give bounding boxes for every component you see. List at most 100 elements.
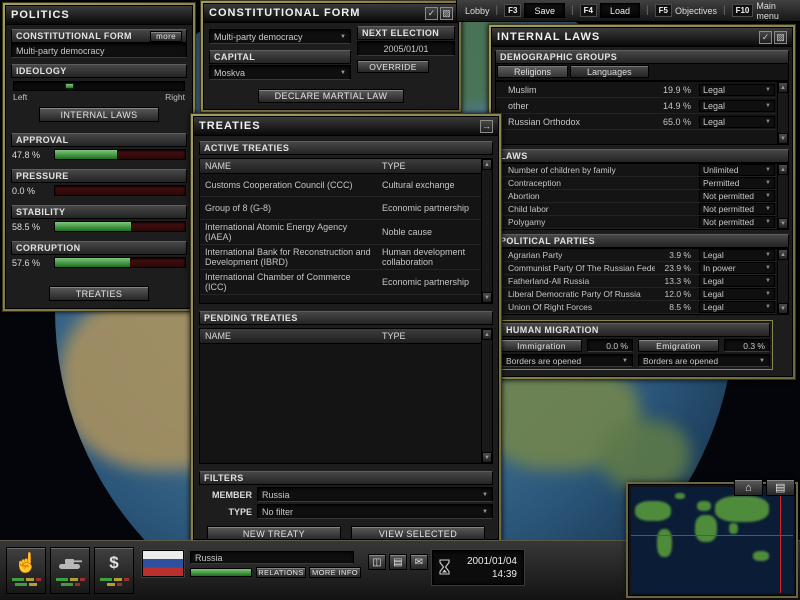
scroll-down-button[interactable]: ▼ — [778, 218, 788, 229]
scroll-up-button[interactable]: ▲ — [778, 82, 788, 93]
scrollbar[interactable]: ▲ ▼ — [777, 164, 788, 229]
type-filter-dropdown[interactable]: No filter ▼ — [257, 504, 493, 519]
view-selected-button[interactable]: VIEW SELECTED — [351, 526, 485, 540]
minimap-map[interactable] — [631, 487, 793, 593]
close-icon[interactable]: ▨ — [774, 31, 787, 44]
party-row[interactable]: Union Of Right Forces8.5 %Legal▼ — [496, 301, 777, 314]
chevron-down-icon: ▼ — [765, 265, 771, 271]
law-row[interactable]: ContraceptionPermitted▼ — [496, 177, 777, 190]
column-type[interactable]: TYPE — [377, 161, 481, 171]
menu-item-objectives[interactable]: F5Objectives — [655, 4, 717, 17]
pin-icon[interactable]: ✓ — [759, 31, 772, 44]
law-row-dropdown[interactable]: Unlimited▼ — [699, 164, 775, 176]
capital-dropdown[interactable]: Moskva ▼ — [209, 65, 351, 80]
politics-titlebar[interactable]: POLITICS — [6, 6, 192, 25]
scroll-up-button[interactable]: ▲ — [778, 164, 788, 175]
column-name[interactable]: NAME — [200, 161, 377, 171]
party-row-name: Fatherland-All Russia — [496, 276, 655, 286]
tab-languages[interactable]: Languages — [570, 65, 649, 78]
scroll-down-button[interactable]: ▼ — [482, 292, 492, 303]
religion-row[interactable]: other14.9 %Legal▼ — [496, 98, 777, 114]
world-minimap[interactable] — [628, 484, 796, 596]
member-filter-dropdown[interactable]: Russia ▼ — [257, 487, 493, 502]
party-row-name: Communist Party Of The Russian Feder — [496, 263, 655, 273]
ideology-slider[interactable] — [13, 81, 185, 91]
party-row-dropdown[interactable]: Legal▼ — [699, 288, 775, 300]
scroll-up-button[interactable]: ▲ — [482, 159, 492, 170]
law-row-dropdown[interactable]: Permitted▼ — [699, 177, 775, 189]
party-row[interactable]: Fatherland-All Russia13.3 %Legal▼ — [496, 275, 777, 288]
menu-item-lobby[interactable]: Lobby — [465, 6, 490, 16]
menu-item-main-menu[interactable]: F10Main menu — [732, 1, 792, 21]
home-icon-button[interactable]: ⌂ — [734, 479, 763, 496]
scroll-down-button[interactable]: ▼ — [778, 303, 788, 314]
treaty-row[interactable]: International Bank for Reconstruction an… — [200, 245, 481, 270]
internal-laws-button[interactable]: INTERNAL LAWS — [39, 107, 159, 122]
scroll-up-button[interactable]: ▲ — [482, 329, 492, 340]
mail-icon-button[interactable]: ✉ — [410, 554, 428, 570]
column-type[interactable]: TYPE — [377, 331, 481, 341]
constitutional-form-titlebar[interactable]: CONSTITUTIONAL FORM ✓ ▨ — [204, 4, 458, 23]
tab-religions[interactable]: Religions — [497, 65, 568, 78]
party-row[interactable]: Communist Party Of The Russian Feder23.9… — [496, 262, 777, 275]
religion-row-dropdown[interactable]: Legal▼ — [699, 84, 775, 96]
treaty-row[interactable]: Group of 8 (G-8)Economic partnership — [200, 197, 481, 220]
pin-icon[interactable]: ✓ — [425, 7, 438, 20]
law-row[interactable]: AbortionNot permitted▼ — [496, 190, 777, 203]
party-row-value: Legal — [703, 250, 724, 260]
scrollbar[interactable]: ▲ ▼ — [777, 82, 788, 144]
treaty-row[interactable]: International Chamber of Commerce (ICC)E… — [200, 270, 481, 295]
treaties-titlebar[interactable]: TREATIES → — [194, 117, 498, 136]
law-row[interactable]: PolygamyNot permitted▼ — [496, 216, 777, 229]
religion-row-dropdown[interactable]: Legal▼ — [699, 100, 775, 112]
treaties-button[interactable]: TREATIES — [49, 286, 149, 301]
panel-dock-button[interactable]: ▤ — [766, 479, 795, 496]
emigration-policy-dropdown[interactable]: Borders are opened ▼ — [638, 354, 770, 367]
stat-meter — [54, 185, 186, 196]
government-form-dropdown[interactable]: Multi-party democracy ▼ — [209, 29, 351, 44]
scrollbar[interactable]: ▲ ▼ — [481, 329, 492, 463]
scrollbar[interactable]: ▲ ▼ — [777, 249, 788, 314]
politics-mode-button[interactable]: ☝ — [6, 547, 46, 594]
internal-laws-titlebar[interactable]: INTERNAL LAWS ✓ ▨ — [492, 28, 792, 47]
law-row-dropdown[interactable]: Not permitted▼ — [699, 203, 775, 215]
type-filter-label: TYPE — [199, 507, 257, 517]
declare-martial-law-button[interactable]: DECLARE MARTIAL LAW — [258, 89, 404, 103]
menu-item-save[interactable]: F3Save — [504, 3, 565, 18]
detach-icon[interactable]: → — [480, 120, 493, 133]
law-row-dropdown[interactable]: Not permitted▼ — [699, 190, 775, 202]
override-button[interactable]: OVERRIDE — [357, 60, 429, 73]
window-icon-button[interactable]: ◫ — [368, 554, 386, 570]
scrollbar[interactable]: ▲ ▼ — [481, 159, 492, 303]
treaty-row[interactable]: International Atomic Energy Agency (IAEA… — [200, 220, 481, 245]
party-row[interactable]: Agrarian Party3.9 %Legal▼ — [496, 249, 777, 262]
religion-row[interactable]: Muslim19.9 %Legal▼ — [496, 82, 777, 98]
military-mode-button[interactable] — [50, 547, 90, 594]
party-row-dropdown[interactable]: Legal▼ — [699, 275, 775, 287]
party-row[interactable]: Liberal Democratic Party Of Russia12.0 %… — [496, 288, 777, 301]
scroll-down-button[interactable]: ▼ — [482, 452, 492, 463]
ideology-slider-thumb[interactable] — [65, 83, 74, 89]
tray-icon-button[interactable]: ▤ — [389, 554, 407, 570]
treaty-row[interactable]: Customs Cooperation Council (CCC)Cultura… — [200, 174, 481, 197]
menu-item-load[interactable]: F4Load — [580, 3, 640, 18]
scroll-up-button[interactable]: ▲ — [778, 249, 788, 260]
more-info-button[interactable]: MORE INFO — [309, 567, 361, 578]
more-button[interactable]: more — [150, 31, 182, 42]
scroll-down-button[interactable]: ▼ — [778, 133, 788, 144]
law-row[interactable]: Child laborNot permitted▼ — [496, 203, 777, 216]
party-row-dropdown[interactable]: Legal▼ — [699, 301, 775, 313]
relations-button[interactable]: RELATIONS — [256, 567, 306, 578]
party-row-dropdown[interactable]: In power▼ — [699, 262, 775, 274]
religion-row[interactable]: Russian Orthodox65.0 %Legal▼ — [496, 114, 777, 130]
column-name[interactable]: NAME — [200, 331, 377, 341]
party-row-dropdown[interactable]: Legal▼ — [699, 249, 775, 261]
new-treaty-button[interactable]: NEW TREATY — [207, 526, 341, 540]
immigration-policy-dropdown[interactable]: Borders are opened ▼ — [501, 354, 633, 367]
law-row-dropdown[interactable]: Not permitted▼ — [699, 216, 775, 228]
religion-row-dropdown[interactable]: Legal▼ — [699, 116, 775, 128]
ideology-label: IDEOLOGY — [16, 66, 67, 76]
economy-mode-button[interactable]: $ — [94, 547, 134, 594]
close-icon[interactable]: ▨ — [440, 7, 453, 20]
law-row[interactable]: Number of children by familyUnlimited▼ — [496, 164, 777, 177]
